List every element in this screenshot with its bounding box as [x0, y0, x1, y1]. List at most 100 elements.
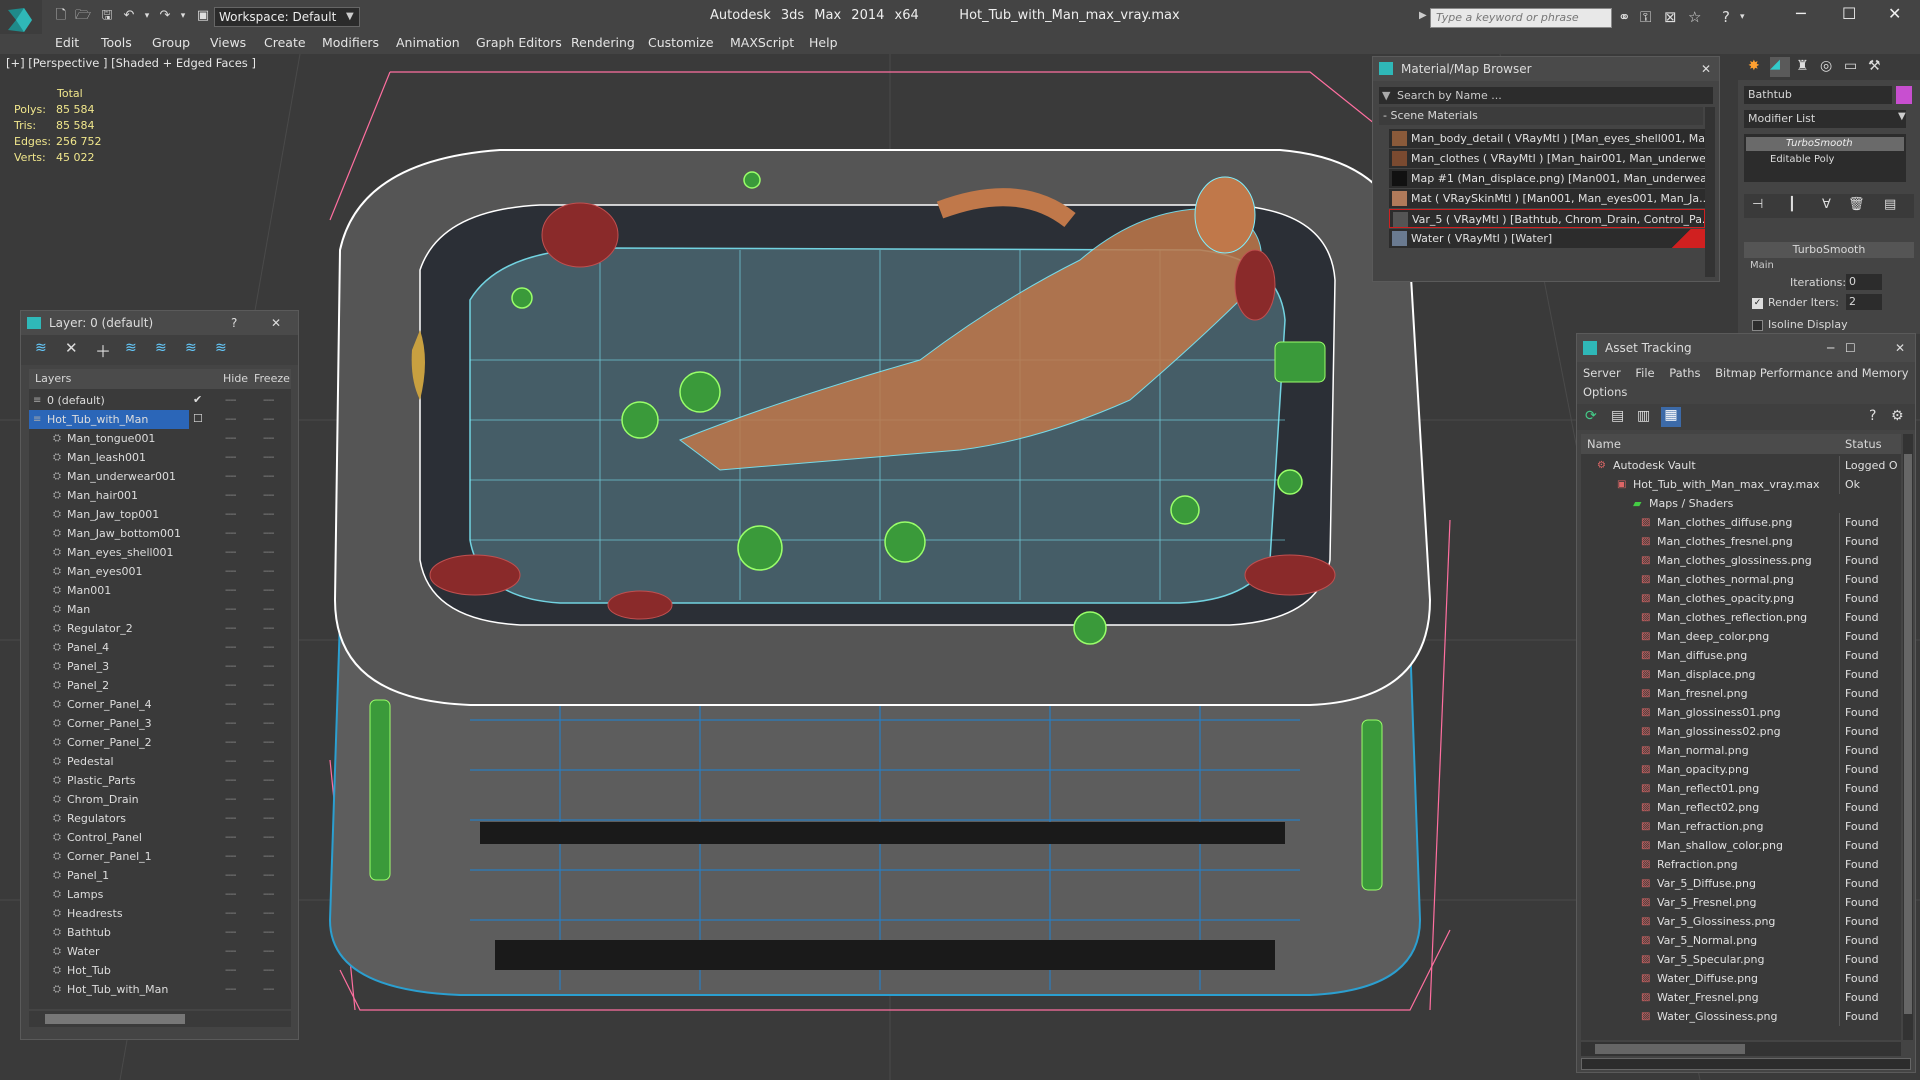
asset-row-map[interactable]: ▨ Var_5_Fresnel.png Found [1581, 893, 1901, 912]
binoculars-icon[interactable]: ⚭ [1618, 8, 1631, 26]
help-icon[interactable]: ? [1869, 408, 1876, 424]
close-icon[interactable]: ✕ [1701, 57, 1711, 81]
hide-toggle[interactable]: ---- [225, 433, 236, 444]
freeze-toggle[interactable]: ---- [263, 718, 274, 729]
add-to-layer-icon[interactable]: ＋ [95, 338, 111, 362]
asset-row-map[interactable]: ▨ Man_refraction.png Found [1581, 817, 1901, 836]
freeze-toggle[interactable]: ---- [263, 965, 274, 976]
layer-object-row[interactable]: ⛭ Corner_Panel_2 [29, 733, 291, 752]
freeze-toggle[interactable]: ---- [263, 509, 274, 520]
asset-row-map[interactable]: ▨ Man_reflect02.png Found [1581, 798, 1901, 817]
layer-object-row[interactable]: ⛭ Hot_Tub [29, 961, 291, 980]
hide-toggle[interactable]: ---- [225, 680, 236, 691]
help-icon[interactable]: ? [231, 311, 237, 335]
close-icon[interactable]: ✕ [271, 311, 281, 335]
asset-row-map[interactable]: ▨ Man_reflect01.png Found [1581, 779, 1901, 798]
scene-materials-group[interactable]: - Scene Materials [1379, 107, 1703, 125]
maximize-icon[interactable]: ☐ [1842, 4, 1856, 23]
menu-customize[interactable]: Customize [648, 35, 714, 50]
layer-object-row[interactable]: ⛭ Man_hair001 [29, 486, 291, 505]
redo-dropdown-icon[interactable]: ▾ [174, 8, 192, 24]
hide-toggle[interactable]: ---- [225, 775, 236, 786]
freeze-toggle[interactable]: ---- [263, 699, 274, 710]
layer-object-row[interactable]: ⛭ Chrom_Drain [29, 790, 291, 809]
freeze-toggle[interactable]: ---- [263, 832, 274, 843]
asset-row-map[interactable]: ▨ Man_shallow_color.png Found [1581, 836, 1901, 855]
close-icon[interactable]: ✕ [1888, 4, 1901, 23]
menu-group[interactable]: Group [152, 35, 190, 50]
asset-menu-file[interactable]: File [1635, 366, 1654, 380]
layer-object-row[interactable]: ⛭ Man_eyes001 [29, 562, 291, 581]
create-layer-icon[interactable]: ≋ [35, 340, 47, 356]
save-file-icon[interactable]: 🖫 [98, 8, 116, 24]
layer-object-row[interactable]: ⛭ Man_Jaw_top001 [29, 505, 291, 524]
hide-toggle[interactable]: ---- [225, 832, 236, 843]
horizontal-scrollbar[interactable] [1581, 1042, 1901, 1056]
highlight-layer-icon[interactable]: ≋ [155, 340, 167, 356]
freeze-toggle[interactable]: ---- [263, 813, 274, 824]
asset-row-map[interactable]: ▨ Man_deep_color.png Found [1581, 627, 1901, 646]
workspace-select[interactable]: Workspace: Default [214, 7, 360, 27]
freeze-toggle[interactable]: ---- [263, 471, 274, 482]
layer-row[interactable]: ≡ 0 (default) [29, 391, 291, 410]
freeze-toggle[interactable]: ---- [263, 851, 274, 862]
layer-object-row[interactable]: ⛭ Panel_1 [29, 866, 291, 885]
menu-views[interactable]: Views [210, 35, 246, 50]
hide-toggle[interactable]: ---- [225, 585, 236, 596]
communication-icon[interactable]: ⊠ [1664, 8, 1677, 26]
object-name-field[interactable]: Bathtub [1744, 86, 1892, 104]
hide-toggle[interactable]: ---- [225, 946, 236, 957]
hide-toggle[interactable]: ---- [225, 414, 236, 425]
hide-toggle[interactable]: ---- [225, 490, 236, 501]
iterations-spinner[interactable]: 0 [1846, 274, 1882, 290]
material-item[interactable]: Man_clothes ( VRayMtl ) [Man_hair001, Ma… [1389, 149, 1705, 168]
asset-row-folder[interactable]: ▰ Maps / Shaders [1581, 494, 1899, 513]
freeze-toggle[interactable]: ---- [263, 908, 274, 919]
asset-menu-options[interactable]: Options [1583, 385, 1627, 399]
create-tab-icon[interactable]: ✸ [1748, 58, 1760, 74]
freeze-toggle[interactable]: ---- [263, 547, 274, 558]
make-unique-icon[interactable]: ∀ [1822, 197, 1831, 212]
asset-row-map[interactable]: ▨ Var_5_Normal.png Found [1581, 931, 1901, 950]
asset-row-map[interactable]: ▨ Man_displace.png Found [1581, 665, 1901, 684]
chevron-down-icon[interactable]: ▼ [346, 8, 359, 26]
chevron-down-icon[interactable]: ▼ [1898, 111, 1906, 122]
column-name[interactable]: Name [1587, 434, 1621, 454]
material-browser-header[interactable]: Material/Map Browser ✕ [1373, 57, 1719, 81]
layer-object-row[interactable]: ⛭ Corner_Panel_1 [29, 847, 291, 866]
asset-row-map[interactable]: ▨ Man_clothes_reflection.png Found [1581, 608, 1901, 627]
asset-menu-bitmap-performance[interactable]: Bitmap Performance and Memory [1715, 366, 1908, 380]
freeze-toggle[interactable]: ---- [263, 775, 274, 786]
layer-panel-header[interactable]: Layer: 0 (default) ? ✕ [21, 311, 298, 335]
vertical-scrollbar[interactable] [1705, 107, 1715, 277]
modifier-turbosmooth[interactable]: TurboSmooth [1746, 137, 1904, 151]
layer-object-row[interactable]: ⛭ Water [29, 942, 291, 961]
column-hide[interactable]: Hide [223, 369, 248, 389]
hide-toggle[interactable]: ---- [225, 756, 236, 767]
asset-row-map[interactable]: ▨ Var_5_Specular.png Found [1581, 950, 1901, 969]
layer-object-row[interactable]: ⛭ Lamps [29, 885, 291, 904]
layer-object-row[interactable]: ⛭ Pedestal [29, 752, 291, 771]
freeze-toggle[interactable]: ---- [263, 395, 274, 406]
keyword-search-input[interactable]: Type a keyword or phrase [1430, 8, 1612, 28]
vertical-scrollbar[interactable] [1903, 434, 1913, 1040]
asset-row-vault[interactable]: ⚙ Autodesk Vault Logged O [1581, 456, 1901, 475]
utilities-tab-icon[interactable]: ⚒ [1868, 58, 1881, 74]
configure-sets-icon[interactable]: ▤ [1884, 197, 1896, 212]
material-search-input[interactable]: ▼ Search by Name ... [1379, 87, 1713, 104]
freeze-toggle[interactable]: ---- [263, 927, 274, 938]
asset-menu-server[interactable]: Server [1583, 366, 1621, 380]
minimize-icon[interactable]: ─ [1796, 4, 1806, 23]
column-status[interactable]: Status [1845, 434, 1882, 454]
asset-row-map[interactable]: ▨ Man_clothes_normal.png Found [1581, 570, 1901, 589]
asset-row-map[interactable]: ▨ Man_normal.png Found [1581, 741, 1901, 760]
close-icon[interactable]: ✕ [1895, 334, 1905, 362]
hide-toggle[interactable]: ---- [225, 718, 236, 729]
freeze-all-layers-icon[interactable]: ≋ [215, 340, 227, 356]
minimize-icon[interactable]: ─ [1827, 334, 1834, 362]
freeze-toggle[interactable]: ---- [263, 623, 274, 634]
asset-tracking-header[interactable]: Asset Tracking ─ ☐ ✕ [1577, 334, 1915, 362]
freeze-toggle[interactable]: ---- [263, 414, 274, 425]
layer-object-row[interactable]: ⛭ Panel_2 [29, 676, 291, 695]
viewport-label[interactable]: [+] [Perspective ] [Shaded + Edged Faces… [6, 56, 256, 70]
